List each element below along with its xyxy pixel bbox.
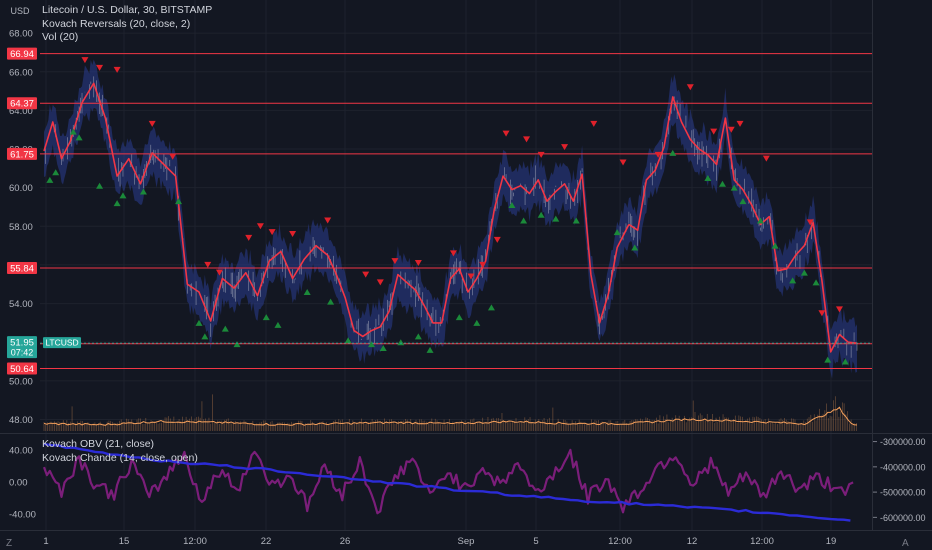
lower-y-tick-right: -400000.00 [880,462,926,472]
obv-legend[interactable]: Kovach OBV (21, close) [42,438,154,450]
level-label: 55.84 [10,264,34,275]
x-tick-label: 26 [340,536,351,547]
x-tick-label: 1 [43,536,48,547]
x-tick-label: 15 [119,536,130,547]
reversals-legend[interactable]: Kovach Reversals (20, close, 2) [42,18,190,30]
x-tick-label: 12 [687,536,698,547]
auto-scale-button[interactable]: A [902,538,909,549]
y-tick-label: 48.00 [9,415,33,426]
volume-legend[interactable]: Vol (20) [42,31,78,43]
x-tick-label: 12:00 [750,536,774,547]
lower-y-tick-right: -300000.00 [880,437,926,447]
y-tick-label: 66.00 [9,67,33,78]
lower-y-tick-left: 40.00 [9,446,33,457]
zoom-button-left[interactable]: Z [6,538,12,549]
currency-label: USD [10,6,30,16]
x-tick-label: 12:00 [183,536,207,547]
symbol-legend[interactable]: Litecoin / U.S. Dollar, 30, BITSTAMP [42,4,212,16]
last-price-countdown: 07:42 [11,348,34,358]
x-tick-label: 12:00 [608,536,632,547]
x-tick-label: 22 [261,536,272,547]
x-tick-label: Sep [458,536,475,547]
y-tick-label: 68.00 [9,29,33,40]
lower-y-tick-right: -500000.00 [880,488,926,498]
x-tick-label: 19 [826,536,837,547]
y-tick-label: 50.00 [9,376,33,387]
lower-y-tick-left: -40.00 [9,510,36,521]
level-label: 50.64 [10,364,34,375]
symbol-tag: LTCUSD [45,338,78,348]
level-label: 64.37 [10,99,34,110]
level-label: 66.94 [10,49,34,60]
lower-y-tick-right: -600000.00 [880,513,926,523]
y-tick-label: 58.00 [9,222,33,233]
chande-legend[interactable]: Kovach Chande (14, close, open) [42,452,198,464]
x-tick-label: 5 [533,536,538,547]
trading-chart[interactable]: 48.0050.0052.0054.0056.0058.0060.0062.00… [0,0,932,550]
level-label: 61.75 [10,149,34,160]
lower-y-tick-left: 0.00 [9,478,28,489]
y-tick-label: 60.00 [9,183,33,194]
y-tick-label: 54.00 [9,299,33,310]
